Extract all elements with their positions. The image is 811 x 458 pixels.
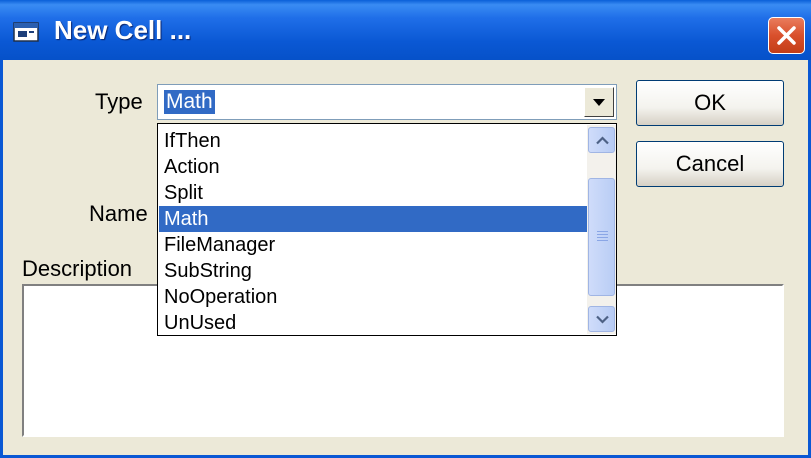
dropdown-items: IfThen Action Split Math FileManager SubStrin… bbox=[159, 128, 587, 336]
dropdown-item[interactable]: Split bbox=[159, 180, 587, 206]
dropdown-item[interactable]: UnUsed bbox=[159, 310, 587, 336]
dropdown-scrollbar[interactable] bbox=[587, 125, 616, 334]
scroll-down-arrow-icon bbox=[596, 315, 609, 324]
new-cell-dialog: New Cell ... Type Math OK Cancel Name De… bbox=[0, 0, 811, 458]
dropdown-item[interactable]: Math bbox=[159, 206, 587, 232]
type-dropdown-button[interactable] bbox=[584, 87, 614, 117]
scroll-thumb[interactable] bbox=[588, 178, 615, 296]
name-label: Name bbox=[89, 201, 148, 226]
cancel-button[interactable]: Cancel bbox=[636, 141, 784, 187]
dropdown-item[interactable]: NoOperation bbox=[159, 284, 587, 310]
thumb-grip-icon bbox=[597, 231, 608, 241]
type-label: Type bbox=[95, 89, 143, 114]
ok-button[interactable]: OK bbox=[636, 80, 784, 126]
scroll-up-button[interactable] bbox=[588, 127, 615, 153]
dropdown-item[interactable]: FileManager bbox=[159, 232, 587, 258]
dropdown-item[interactable]: Action bbox=[159, 154, 587, 180]
description-label: Description bbox=[22, 256, 133, 281]
scroll-down-button[interactable] bbox=[588, 306, 615, 332]
window-title: New Cell ... bbox=[54, 15, 192, 45]
chevron-down-icon bbox=[593, 99, 605, 106]
scroll-up-arrow-icon bbox=[596, 136, 609, 145]
type-dropdown-list[interactable]: IfThen Action Split Math FileManager SubStrin… bbox=[157, 123, 617, 336]
cell-window-icon bbox=[13, 22, 39, 42]
title-bar[interactable]: New Cell ... bbox=[0, 0, 811, 60]
type-combobox[interactable]: Math bbox=[157, 84, 617, 120]
close-button[interactable] bbox=[768, 17, 805, 54]
dropdown-item[interactable]: IfThen bbox=[159, 128, 587, 154]
close-icon bbox=[777, 26, 796, 45]
type-combobox-value: Math bbox=[164, 90, 215, 114]
dropdown-item[interactable]: SubString bbox=[159, 258, 587, 284]
